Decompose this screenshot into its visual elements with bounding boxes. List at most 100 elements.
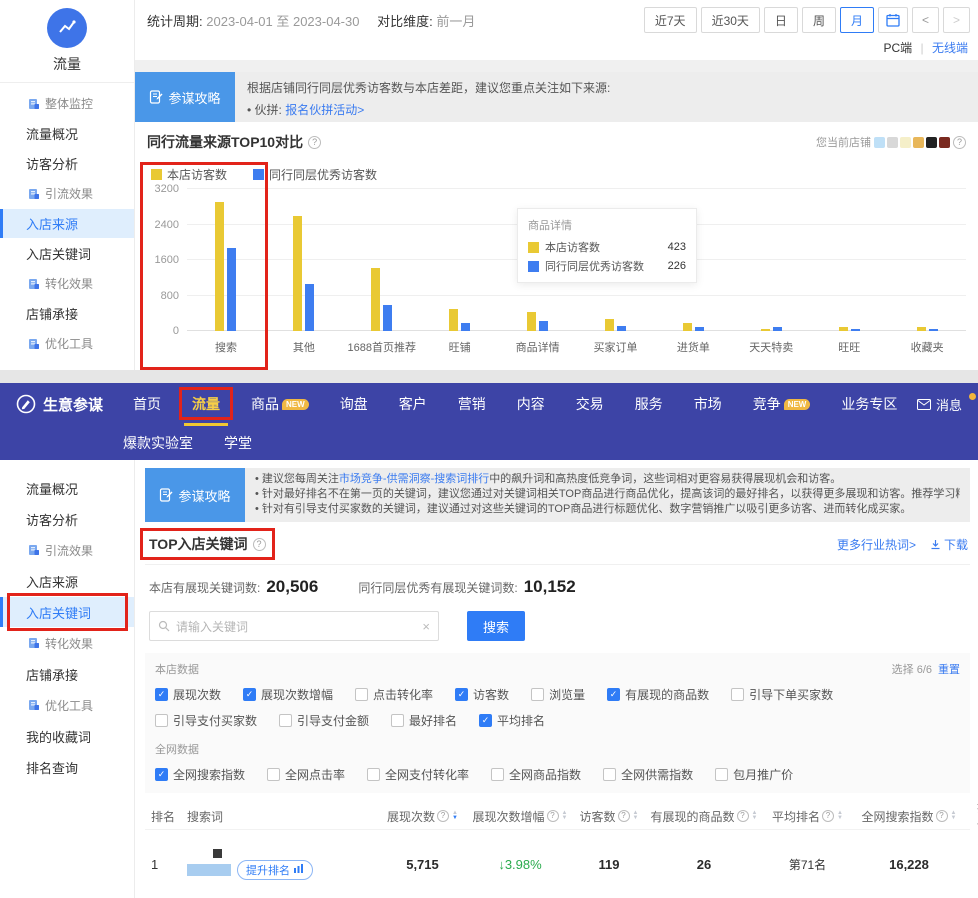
bar-同行同层优秀访客数[interactable] — [929, 329, 938, 331]
message-button[interactable]: 消息 — [917, 395, 962, 414]
bar-同行同层优秀访客数[interactable] — [227, 248, 236, 331]
nav-item-爆款实验室[interactable]: 爆款实验室 — [123, 433, 193, 453]
metric-checkbox-引导支付金额[interactable]: 引导支付金额 — [279, 712, 369, 729]
sort-icon[interactable]: ▲▼ — [837, 811, 843, 821]
bar-同行同层优秀访客数[interactable] — [695, 327, 704, 331]
sidebar-item[interactable]: 排名查询 — [0, 752, 134, 782]
metric-checkbox-最好排名[interactable]: 最好排名 — [391, 712, 457, 729]
huopin-signup-link[interactable]: 报名伙拼活动> — [285, 103, 364, 117]
sidebar-item[interactable]: 流量概况 — [0, 119, 134, 148]
nav-item-学堂[interactable]: 学堂 — [224, 433, 252, 453]
range-button[interactable]: 周 — [802, 7, 836, 33]
sidebar-item[interactable]: 优化工具 — [0, 690, 134, 720]
sort-icon[interactable]: ▲▼ — [951, 811, 957, 821]
sidebar-item[interactable]: 优化工具 — [0, 329, 134, 358]
sidebar-item[interactable]: 转化效果 — [0, 628, 134, 658]
bar-本店访客数[interactable] — [293, 216, 302, 331]
sidebar-item[interactable]: 入店关键词 — [0, 597, 134, 627]
bar-同行同层优秀访客数[interactable] — [461, 323, 470, 331]
metric-checkbox-包月推广价[interactable]: 包月推广价 — [715, 766, 793, 783]
sidebar-item[interactable]: 入店来源 — [0, 566, 134, 596]
metric-checkbox-全网点击率[interactable]: 全网点击率 — [267, 766, 345, 783]
bar-group-天天特卖[interactable] — [732, 189, 810, 331]
sort-icon[interactable]: ▲▼ — [562, 811, 568, 821]
sidebar-item[interactable]: 引流效果 — [0, 535, 134, 565]
reset-link[interactable]: 重置 — [938, 661, 960, 677]
sidebar-item[interactable]: 入店来源 — [0, 209, 134, 238]
download-link[interactable]: 下载 — [930, 536, 968, 553]
metric-checkbox-全网支付转化率[interactable]: 全网支付转化率 — [367, 766, 469, 783]
sidebar-item[interactable]: 入店关键词 — [0, 239, 134, 268]
bar-同行同层优秀访客数[interactable] — [305, 284, 314, 331]
sidebar-item[interactable]: 访客分析 — [0, 504, 134, 534]
bar-本店访客数[interactable] — [527, 312, 536, 331]
range-button[interactable]: 月 — [840, 7, 874, 33]
advisor-inline-link[interactable]: 市场竞争-供需洞察-搜索词排行 — [339, 473, 489, 485]
help-icon[interactable]: ? — [822, 810, 834, 822]
help-icon[interactable]: ? — [253, 538, 266, 551]
sidebar-item[interactable]: 引流效果 — [0, 179, 134, 208]
sidebar-item[interactable]: 流量概况 — [0, 473, 134, 503]
keyword-search-input[interactable]: 请输入关键词 × — [149, 611, 439, 641]
calendar-button[interactable] — [878, 7, 908, 33]
more-industry-words-link[interactable]: 更多行业热词> — [837, 536, 916, 553]
sidebar-item[interactable]: 访客分析 — [0, 149, 134, 178]
sidebar-item[interactable]: 整体监控 — [0, 89, 134, 118]
metric-checkbox-点击转化率[interactable]: 点击转化率 — [355, 686, 433, 703]
metric-checkbox-浏览量[interactable]: 浏览量 — [531, 686, 585, 703]
bar-本店访客数[interactable] — [761, 329, 770, 331]
bar-本店访客数[interactable] — [839, 327, 848, 331]
bar-group-旺旺[interactable] — [810, 189, 888, 331]
nav-item-询盘[interactable]: 询盘 — [340, 394, 368, 414]
bar-group-收藏夹[interactable] — [888, 189, 966, 331]
range-button[interactable]: 近30天 — [701, 7, 760, 33]
range-button[interactable]: 近7天 — [644, 7, 697, 33]
clear-input-icon[interactable]: × — [422, 619, 430, 634]
metric-checkbox-展现次数[interactable]: ✓展现次数 — [155, 686, 221, 703]
nav-item-竞争[interactable]: 竞争NEW — [753, 394, 811, 414]
nav-item-客户[interactable]: 客户 — [399, 394, 427, 414]
sort-icon[interactable]: ▲▼ — [452, 811, 458, 821]
bar-本店访客数[interactable] — [215, 202, 224, 331]
bar-同行同层优秀访客数[interactable] — [851, 329, 860, 331]
nav-item-内容[interactable]: 内容 — [517, 394, 545, 414]
sidebar-item[interactable]: 店铺承接 — [0, 299, 134, 328]
sidebar-item[interactable]: 我的收藏词 — [0, 721, 134, 751]
nav-item-业务专区[interactable]: 业务专区 — [841, 394, 897, 414]
bar-group-其他[interactable] — [265, 189, 343, 331]
help-icon[interactable]: ? — [618, 810, 630, 822]
bar-同行同层优秀访客数[interactable] — [539, 321, 548, 331]
help-icon[interactable]: ? — [437, 810, 449, 822]
sidebar-item[interactable]: 店铺承接 — [0, 659, 134, 689]
bar-group-1688首页推荐[interactable] — [343, 189, 421, 331]
nav-item-服务[interactable]: 服务 — [635, 394, 663, 414]
bar-group-搜索[interactable] — [187, 189, 265, 331]
nav-item-交易[interactable]: 交易 — [576, 394, 604, 414]
nav-item-营销[interactable]: 营销 — [458, 394, 486, 414]
prev-period-button[interactable]: < — [912, 7, 939, 33]
bar-group-旺铺[interactable] — [421, 189, 499, 331]
sidebar-item[interactable]: 转化效果 — [0, 269, 134, 298]
bar-同行同层优秀访客数[interactable] — [773, 327, 782, 331]
legend-item-peer[interactable]: 同行同层优秀访客数 — [253, 166, 377, 183]
range-button[interactable]: 日 — [764, 7, 798, 33]
help-icon[interactable]: ? — [308, 136, 321, 149]
help-icon[interactable]: ? — [936, 810, 948, 822]
metric-checkbox-全网供需指数[interactable]: 全网供需指数 — [603, 766, 693, 783]
pc-tab[interactable]: PC端 — [884, 41, 913, 55]
help-icon[interactable]: ? — [737, 810, 749, 822]
metric-checkbox-平均排名[interactable]: ✓平均排名 — [479, 712, 545, 729]
bar-本店访客数[interactable] — [371, 268, 380, 331]
metric-checkbox-访客数[interactable]: ✓访客数 — [455, 686, 509, 703]
metric-checkbox-展现次数增幅[interactable]: ✓展现次数增幅 — [243, 686, 333, 703]
nav-item-商品[interactable]: 商品NEW — [251, 394, 309, 414]
metric-checkbox-引导下单买家数[interactable]: 引导下单买家数 — [731, 686, 833, 703]
help-icon[interactable]: ? — [547, 810, 559, 822]
nav-item-首页[interactable]: 首页 — [133, 394, 161, 414]
next-period-button[interactable]: > — [943, 7, 970, 33]
metric-checkbox-有展现的商品数[interactable]: ✓有展现的商品数 — [607, 686, 709, 703]
bar-同行同层优秀访客数[interactable] — [383, 305, 392, 331]
bar-同行同层优秀访客数[interactable] — [617, 326, 626, 331]
sort-icon[interactable]: ▲▼ — [752, 811, 758, 821]
wireless-tab[interactable]: 无线端 — [932, 41, 968, 55]
